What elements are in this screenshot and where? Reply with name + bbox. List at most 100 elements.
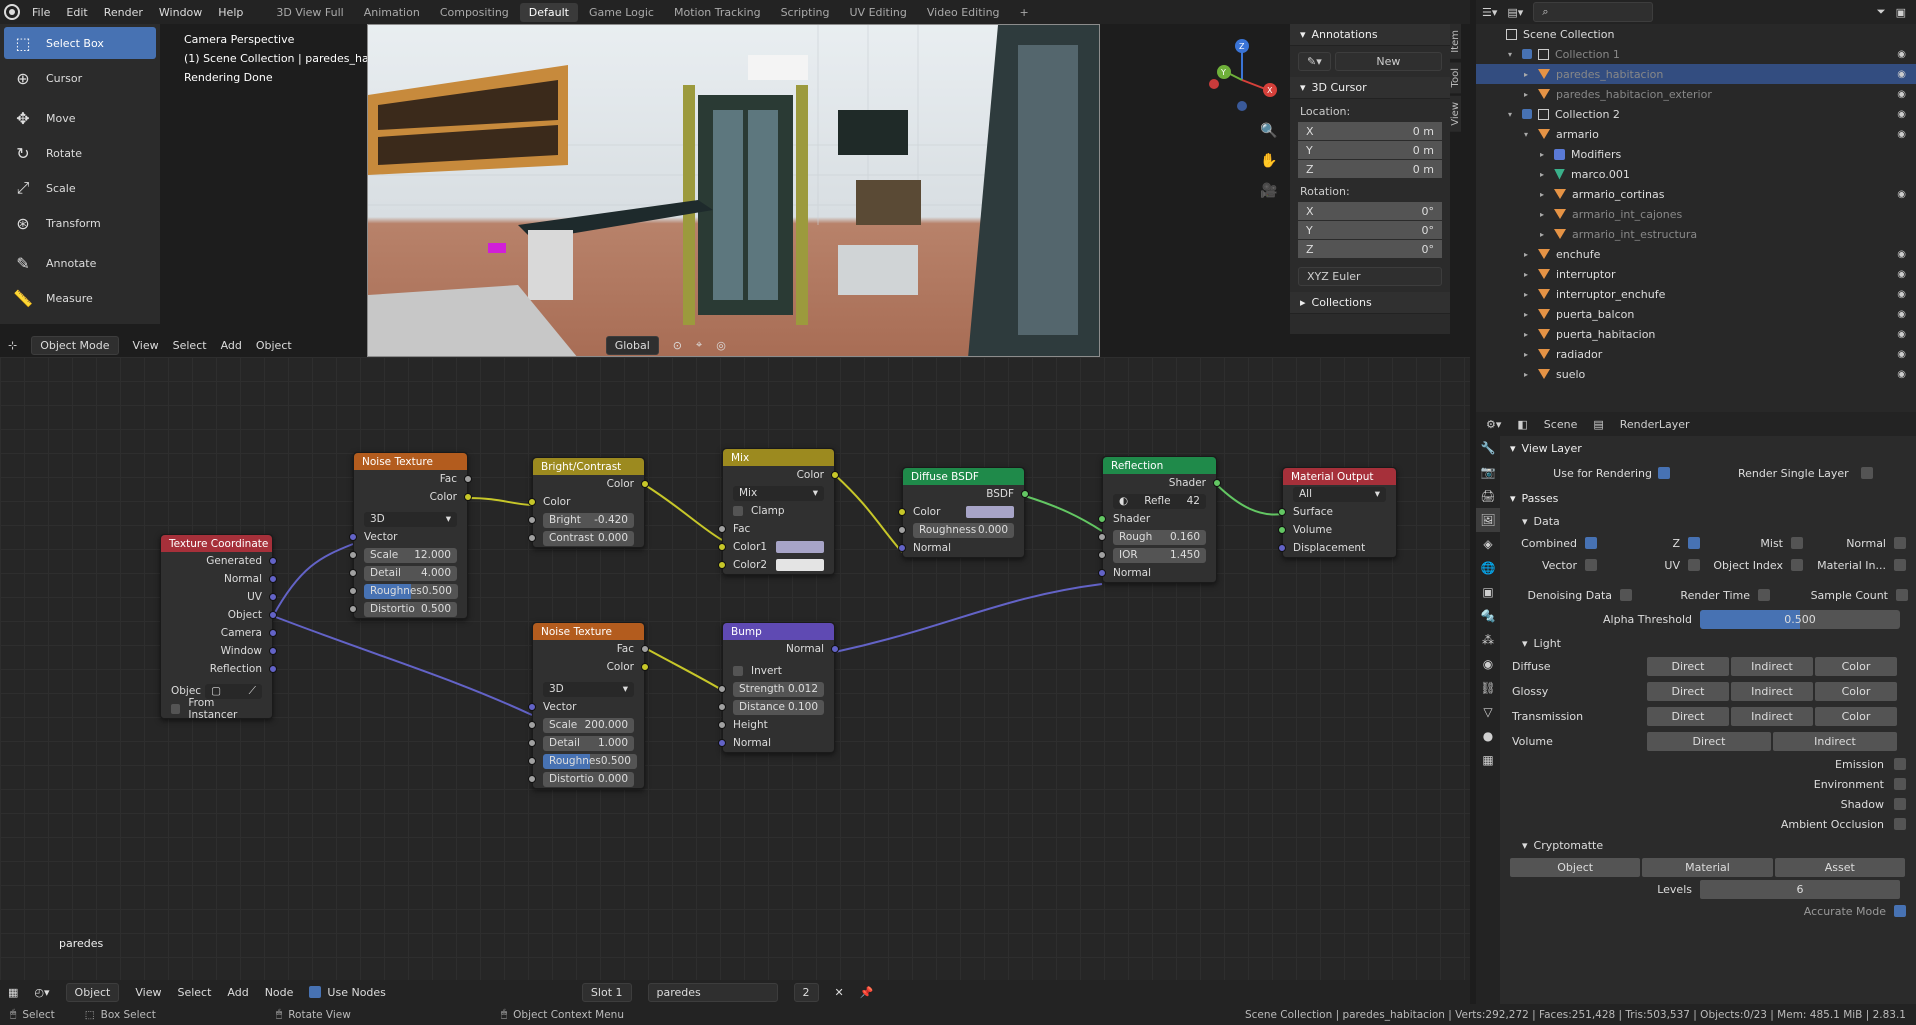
alpha-threshold-slider[interactable]: 0.500 <box>1700 609 1900 629</box>
socket-object[interactable]: Object <box>161 606 277 624</box>
value-field[interactable]: Detail 4.000 <box>364 565 457 581</box>
cryptomatte-subsection[interactable]: ▾ Cryptomatte <box>1502 834 1916 856</box>
expand-arrow-icon[interactable]: ▸ <box>1524 70 1534 79</box>
expand-arrow-icon[interactable]: ▸ <box>1524 330 1534 339</box>
use-nodes-toggle[interactable]: Use Nodes <box>309 986 386 999</box>
tab-uv-editing[interactable]: UV Editing <box>841 3 916 22</box>
expand-arrow-icon[interactable]: ▾ <box>1508 110 1518 119</box>
pass-checkbox[interactable] <box>1688 537 1700 549</box>
tool-move[interactable]: ✥ Move <box>4 102 156 134</box>
socket-height[interactable]: Height <box>718 716 834 734</box>
outliner-search-input[interactable]: ⌕ <box>1533 2 1654 22</box>
menu-help[interactable]: Help <box>210 6 251 19</box>
visibility-eye-icon[interactable]: ◉ <box>1897 49 1906 60</box>
socket-dot[interactable] <box>718 703 726 711</box>
value-field[interactable]: Scale 12.000 <box>364 547 457 563</box>
socket-dot[interactable] <box>718 721 726 729</box>
cursor-location-y[interactable]: Y 0 m <box>1298 141 1442 160</box>
navigation-gizmo[interactable]: Z X Y 🔍 ✋ 🎥 <box>1200 30 1280 230</box>
expand-arrow-icon[interactable]: ▸ <box>1540 150 1550 159</box>
tool-transform[interactable]: ⊛ Transform <box>4 207 156 239</box>
socket-normal[interactable]: Normal <box>161 570 277 588</box>
visibility-eye-icon[interactable]: ◉ <box>1897 129 1906 140</box>
light-pass-button[interactable]: Indirect <box>1731 682 1813 701</box>
pass-toggle[interactable]: Mist <box>1708 537 1811 550</box>
outliner-row[interactable]: ▸ armario_int_cajones <box>1476 204 1916 224</box>
socket-color[interactable]: Color <box>898 503 1024 521</box>
socket-dot[interactable] <box>528 775 536 783</box>
visibility-eye-icon[interactable]: ◉ <box>1897 189 1906 200</box>
new-collection-icon[interactable]: ▣ <box>1896 6 1906 19</box>
expand-arrow-icon[interactable]: ▸ <box>1540 230 1550 239</box>
blender-logo-icon[interactable] <box>4 4 20 20</box>
shader-type-dropdown[interactable]: Object <box>65 982 120 1002</box>
outliner-row[interactable]: ▸ suelo ◉ <box>1476 364 1916 384</box>
outliner-row[interactable]: ▸ marco.001 <box>1476 164 1916 184</box>
socket-window[interactable]: Window <box>161 642 277 660</box>
field-bright[interactable]: Bright -0.420 <box>528 511 644 529</box>
socket-surface[interactable]: Surface <box>1278 503 1396 521</box>
viewport-menu-object[interactable]: Object <box>256 339 292 352</box>
view-layer-section[interactable]: ▾ View Layer <box>1502 436 1916 460</box>
node-bright-contrast[interactable]: Bright/Contrast Color Color Bright -0.420… <box>528 457 649 548</box>
snap-icon[interactable]: ⌖ <box>696 338 702 352</box>
field-roughness[interactable]: Roughnes 0.500 <box>528 752 644 770</box>
pass-checkbox[interactable] <box>1758 589 1770 601</box>
light-pass-button[interactable]: Color <box>1815 682 1897 701</box>
use-for-rendering-checkbox[interactable] <box>1658 467 1670 479</box>
socket-dot[interactable] <box>898 526 906 534</box>
socket-dot[interactable] <box>269 557 277 565</box>
value-field[interactable]: Distortio 0.000 <box>543 771 634 787</box>
socket-displacement[interactable]: Displacement <box>1278 539 1396 557</box>
tab-game-logic[interactable]: Game Logic <box>580 3 663 22</box>
collection-exclude-checkbox[interactable] <box>1522 49 1532 59</box>
visibility-eye-icon[interactable]: ◉ <box>1897 269 1906 280</box>
tool-measure[interactable]: 📏 Measure <box>4 282 156 314</box>
socket-dot[interactable] <box>269 629 277 637</box>
visibility-eye-icon[interactable]: ◉ <box>1897 69 1906 80</box>
socket-shader-out[interactable]: Shader <box>1103 474 1221 492</box>
tool-scale[interactable]: ⤢ Scale <box>4 172 156 204</box>
socket-dot[interactable] <box>269 575 277 583</box>
shader-node-editor[interactable]: Texture Coordinate Generated Normal UV O… <box>0 357 1470 980</box>
add-workspace-icon[interactable]: + <box>1011 3 1038 22</box>
output-tab-icon[interactable]: 🖨 <box>1476 484 1500 508</box>
display-mode-icon[interactable]: ▤▾ <box>1507 6 1523 19</box>
socket-dot[interactable] <box>1278 526 1286 534</box>
world-tab-icon[interactable]: 🌐 <box>1476 556 1500 580</box>
extra-pass-checkbox[interactable] <box>1894 758 1906 770</box>
socket-dot[interactable] <box>269 665 277 673</box>
expand-arrow-icon[interactable]: ▸ <box>1524 350 1534 359</box>
light-pass-button[interactable]: Direct <box>1647 732 1771 751</box>
view-layer-tab-icon[interactable]: 🖼 <box>1476 508 1500 532</box>
dimensions-row[interactable]: 3D ▾ <box>533 680 644 698</box>
tool-select-box[interactable]: ⬚ Select Box <box>4 27 156 59</box>
render-single-layer-checkbox[interactable] <box>1860 467 1873 479</box>
annotation-layer-icon[interactable]: ✎▾ <box>1298 52 1331 71</box>
socket-dot[interactable] <box>718 543 726 551</box>
socket-dot[interactable] <box>349 605 357 613</box>
light-subsection[interactable]: ▾ Light <box>1502 632 1916 654</box>
extra-pass-checkbox[interactable] <box>1894 798 1906 810</box>
expand-arrow-icon[interactable]: ▸ <box>1540 210 1550 219</box>
node-diffuse-bsdf[interactable]: Diffuse BSDF BSDF Color Roughness 0.000 N… <box>898 467 1029 558</box>
pass-checkbox[interactable] <box>1896 589 1908 601</box>
tool-annotate[interactable]: ✎ Annotate <box>4 247 156 279</box>
node-noise-texture-1[interactable]: Noise Texture Fac Color 3D ▾ Vector Scale… <box>349 452 472 619</box>
light-pass-button[interactable]: Direct <box>1647 657 1729 676</box>
viewport-menu-select[interactable]: Select <box>173 339 207 352</box>
tab-video-editing[interactable]: Video Editing <box>918 3 1009 22</box>
outliner-row[interactable]: ▸ interruptor ◉ <box>1476 264 1916 284</box>
socket-dot[interactable] <box>641 663 649 671</box>
texture-tab-icon[interactable]: ▦ <box>1476 748 1500 772</box>
dimensions-row[interactable]: 3D ▾ <box>354 510 467 528</box>
menu-file[interactable]: File <box>24 6 58 19</box>
value-field[interactable]: Contrast 0.000 <box>543 530 634 546</box>
pass-toggle[interactable]: Combined <box>1502 537 1605 550</box>
field-contrast[interactable]: Contrast 0.000 <box>528 529 644 547</box>
expand-arrow-icon[interactable]: ▸ <box>1524 290 1534 299</box>
extra-pass-row[interactable]: Ambient Occlusion <box>1502 814 1916 834</box>
cryptomatte-material-button[interactable]: Material <box>1642 857 1773 877</box>
material-users-count[interactable]: 2 <box>793 982 819 1002</box>
value-slider[interactable]: Roughnes 0.500 <box>364 583 458 599</box>
